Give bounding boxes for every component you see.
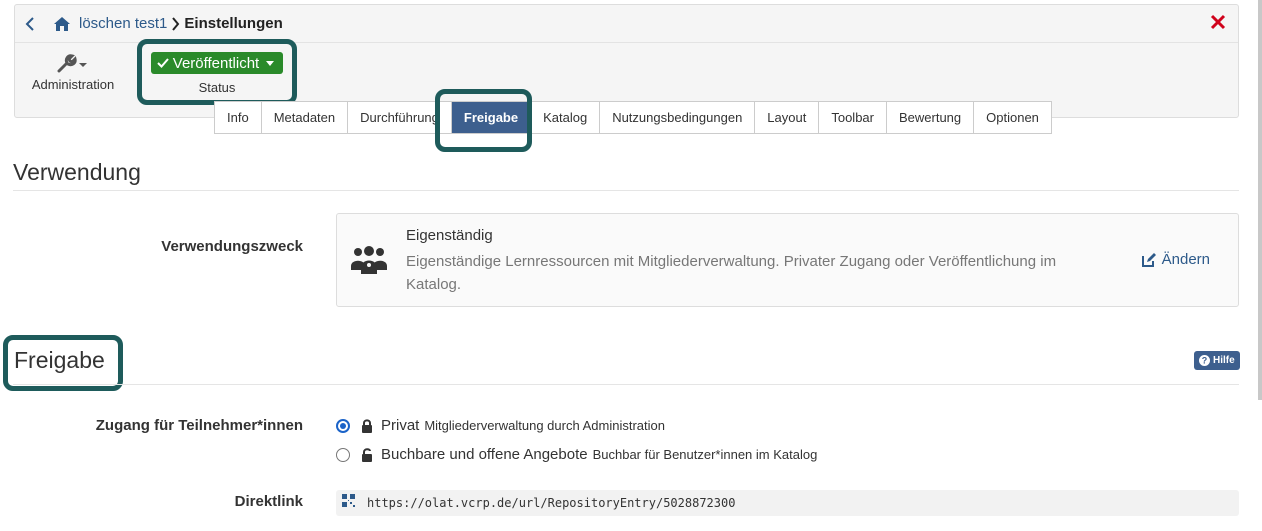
usage-card: Eigenständig Eigenständige Lernressource…: [336, 213, 1239, 307]
users-icon: [349, 246, 389, 279]
usage-title: Eigenständig: [406, 227, 493, 244]
edit-icon: [1141, 252, 1156, 267]
option-private-sub: Mitgliederverwaltung durch Administratio…: [424, 418, 665, 433]
lock-open-icon: [361, 447, 373, 462]
freigabe-heading: Freigabe: [14, 347, 105, 373]
tab-bewertung[interactable]: Bewertung: [886, 102, 975, 133]
section-divider: [13, 190, 1239, 191]
breadcrumb-current: Einstellungen: [184, 15, 283, 32]
direktlink-label: Direktlink: [234, 493, 303, 510]
change-label: Ändern: [1161, 251, 1210, 268]
access-label: Zugang für Teilnehmer*innen: [95, 417, 303, 434]
tab-optionen[interactable]: Optionen: [974, 102, 1051, 133]
close-icon[interactable]: [1208, 12, 1228, 32]
settings-tabs: Info Metadaten Durchführung Freigabe Kat…: [214, 101, 1052, 134]
direktlink-box: https://olat.vcrp.de/url/RepositoryEntry…: [336, 490, 1239, 516]
usage-description: Eigenständige Lernressourcen mit Mitglie…: [406, 253, 1057, 293]
option-bookable-sub: Buchbar für Benutzer*innen im Katalog: [592, 447, 818, 462]
option-private-label: Privat: [381, 417, 420, 434]
help-label: Hilfe: [1213, 355, 1235, 366]
home-icon[interactable]: [53, 16, 71, 32]
tab-layout[interactable]: Layout: [755, 102, 820, 133]
administration-menu[interactable]: Administration: [31, 51, 115, 92]
lock-closed-icon: [361, 418, 373, 433]
section-divider: [13, 384, 1239, 385]
check-icon: [157, 58, 169, 68]
status-value: Veröffentlicht: [172, 54, 260, 72]
tab-info[interactable]: Info: [215, 102, 262, 133]
verwendungszweck-label: Verwendungszweck: [161, 238, 303, 255]
breadcrumb-course-link[interactable]: löschen test1: [79, 15, 167, 32]
wrench-icon: [31, 51, 115, 77]
access-option-private[interactable]: Privat Mitgliederverwaltung durch Admini…: [336, 417, 665, 434]
change-usage-button[interactable]: Ändern: [1141, 251, 1210, 268]
help-button[interactable]: ? Hilfe: [1194, 351, 1240, 370]
tab-durchfuehrung[interactable]: Durchführung: [348, 102, 452, 133]
administration-label: Administration: [31, 77, 115, 92]
caret-down-icon: [266, 61, 275, 66]
tab-nutzungsbedingungen[interactable]: Nutzungsbedingungen: [600, 102, 756, 133]
status-label: Status: [198, 80, 236, 95]
status-tool: Veröffentlicht Status: [149, 52, 285, 95]
svg-text:?: ?: [1202, 356, 1208, 366]
radio-bookable[interactable]: [336, 447, 350, 462]
tab-metadaten[interactable]: Metadaten: [261, 102, 349, 133]
verwendung-heading: Verwendung: [13, 159, 141, 185]
breadcrumb: löschen test1 Einstellungen: [15, 5, 1238, 43]
tab-toolbar[interactable]: Toolbar: [819, 102, 887, 133]
tab-freigabe[interactable]: Freigabe: [451, 102, 532, 133]
breadcrumb-separator-icon: [171, 16, 180, 31]
scrollbar[interactable]: [1258, 0, 1262, 400]
access-option-bookable[interactable]: Buchbare und offene Angebote Buchbar für…: [336, 446, 817, 463]
option-bookable-label: Buchbare und offene Angebote: [381, 446, 588, 463]
status-dropdown-button[interactable]: Veröffentlicht: [150, 52, 284, 74]
question-icon: ?: [1199, 355, 1210, 366]
tab-katalog[interactable]: Katalog: [531, 102, 601, 133]
qr-code-icon[interactable]: [342, 494, 355, 512]
direktlink-url[interactable]: https://olat.vcrp.de/url/RepositoryEntry…: [367, 496, 735, 510]
back-chevron-icon[interactable]: [25, 16, 45, 31]
radio-private[interactable]: [336, 418, 350, 433]
